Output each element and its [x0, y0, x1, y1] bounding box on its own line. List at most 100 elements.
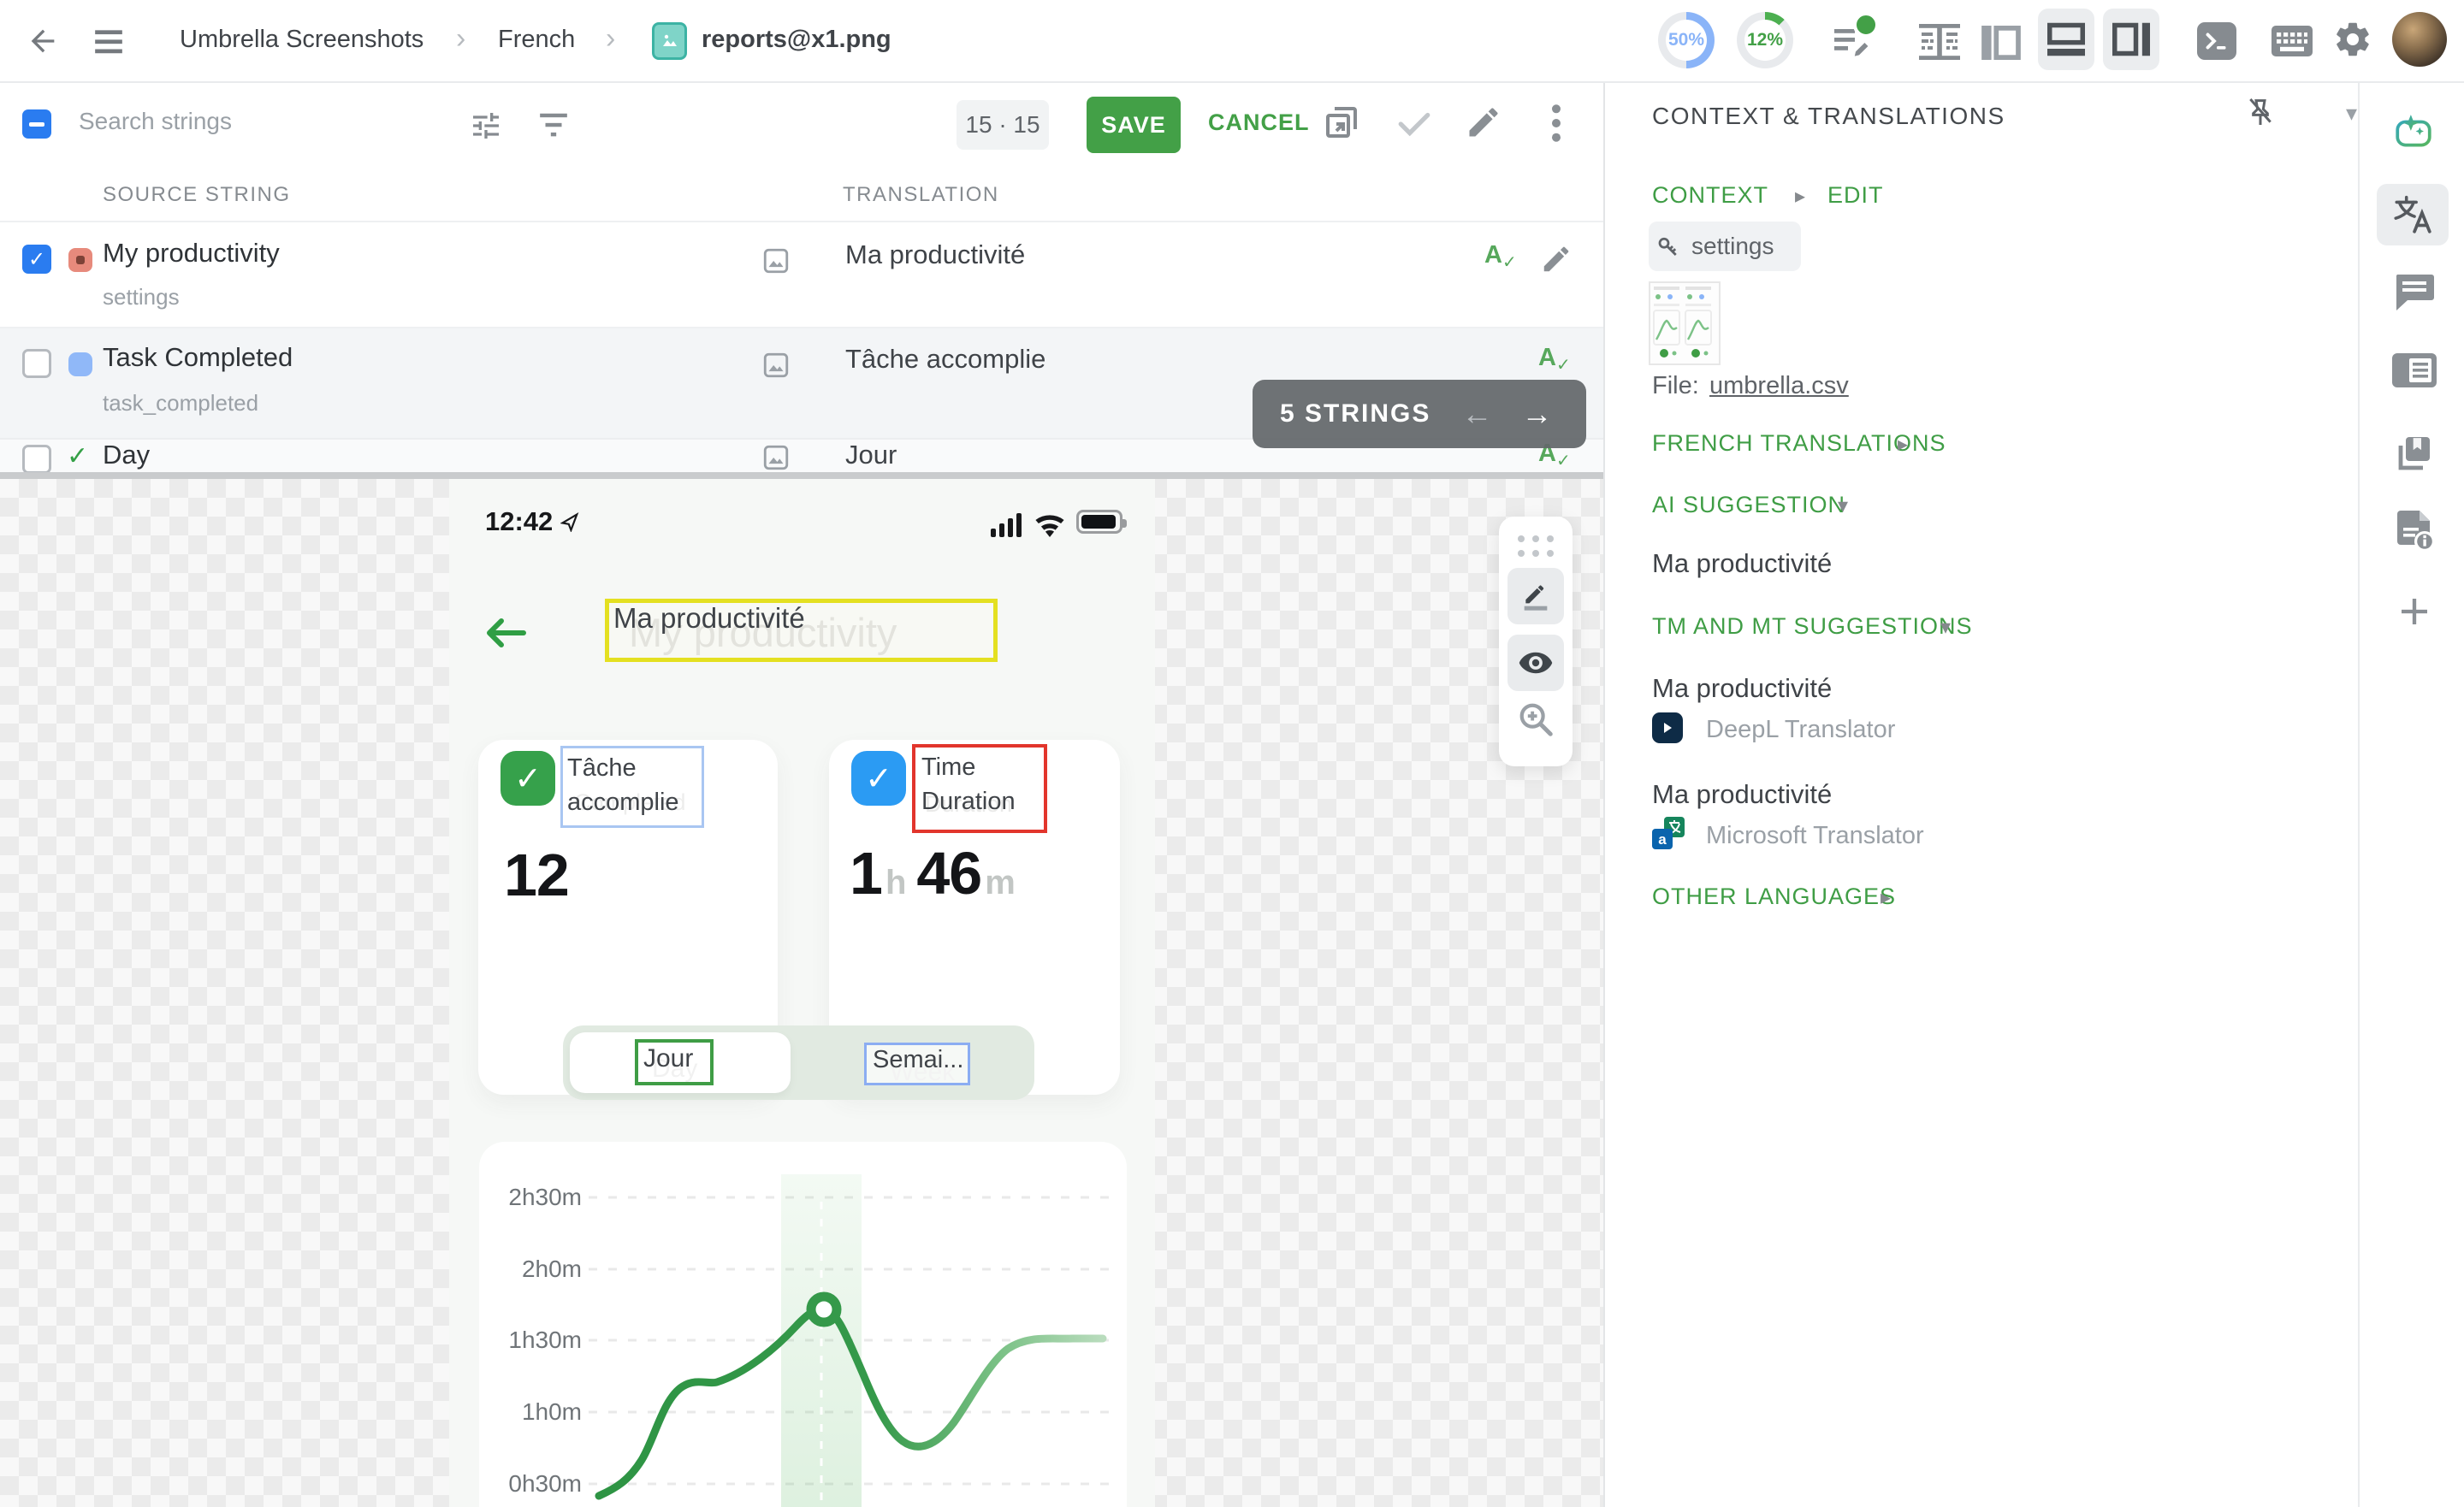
- row-checkbox[interactable]: [22, 445, 51, 474]
- row-checkbox[interactable]: [22, 349, 51, 378]
- prev-string-icon[interactable]: ←: [1461, 396, 1492, 432]
- file-link[interactable]: umbrella.csv: [1709, 372, 1849, 400]
- select-all-checkbox[interactable]: [22, 109, 51, 139]
- screenshot-link-icon[interactable]: [761, 443, 791, 472]
- collapse-chevron-icon[interactable]: ▾: [2346, 100, 2357, 127]
- panel-title: CONTEXT & TRANSLATIONS: [1652, 103, 2005, 130]
- ai-assistant-icon[interactable]: [2392, 111, 2435, 154]
- cancel-button[interactable]: CANCEL: [1203, 109, 1315, 137]
- screenshot-link-icon[interactable]: [761, 351, 791, 380]
- strings-pager: 5 STRINGS ← →: [1253, 380, 1586, 448]
- blue-check-icon: ✓: [851, 751, 906, 806]
- svg-text:a: a: [1658, 831, 1667, 848]
- other-languages-section[interactable]: OTHER LANGUAGES: [1652, 884, 1896, 910]
- strings-pager-label: 5 STRINGS: [1280, 399, 1430, 428]
- provider-label: Microsoft Translator: [1706, 822, 1924, 850]
- key-icon: [1656, 233, 1681, 259]
- translation-text[interactable]: Jour: [845, 440, 897, 470]
- breadcrumb-file[interactable]: reports@x1.png: [702, 26, 891, 54]
- location-arrow-icon: [560, 510, 583, 532]
- context-section-label[interactable]: CONTEXT: [1652, 182, 1768, 209]
- preview-eye-button[interactable]: [1507, 635, 1564, 691]
- breadcrumb-language[interactable]: French: [498, 26, 575, 54]
- app-root: Umbrella Screenshots › French › reports@…: [0, 0, 2464, 1507]
- draw-tool-button[interactable]: [1507, 568, 1564, 624]
- tm-mt-section[interactable]: TM AND MT SUGGESTIONS: [1652, 613, 1973, 640]
- green-check-icon: ✓: [500, 751, 555, 806]
- spellcheck-icon[interactable]: A✓: [1538, 346, 1571, 374]
- screenshot-file-icon: [652, 22, 687, 60]
- keyboard-icon[interactable]: [2272, 24, 2313, 58]
- filter-icon[interactable]: [537, 110, 570, 141]
- zoom-in-icon[interactable]: [1516, 700, 1555, 739]
- kebab-menu-icon[interactable]: [1550, 103, 1562, 143]
- spellcheck-icon[interactable]: A✓: [1484, 243, 1517, 271]
- card2-value: 1h 46m: [850, 839, 1016, 907]
- section-arrow-icon: ▸: [1898, 432, 1908, 457]
- edit-pencil-icon[interactable]: [1465, 103, 1502, 141]
- row-checkbox[interactable]: ✓: [22, 245, 51, 274]
- drag-handle-icon[interactable]: [1518, 535, 1554, 557]
- section-chevron-icon: ▾: [1838, 493, 1848, 518]
- source-string[interactable]: Day: [103, 440, 150, 470]
- search-input[interactable]: [77, 107, 388, 136]
- screenshots-icon[interactable]: [2394, 432, 2435, 473]
- menu-icon[interactable]: [92, 27, 125, 55]
- tasks-icon[interactable]: [1831, 22, 1872, 63]
- save-button[interactable]: SAVE: [1087, 97, 1181, 153]
- card1-translated-label: Tâche accomplie: [567, 751, 696, 819]
- card2-label: Time Duration: [921, 750, 1041, 819]
- translations-tab[interactable]: [2377, 184, 2449, 245]
- string-counter: 15 · 15: [957, 100, 1049, 150]
- terminal-icon[interactable]: [2197, 22, 2236, 60]
- string-key[interactable]: settings: [103, 284, 180, 310]
- toggle-right-translated: Semai...: [873, 1046, 963, 1074]
- row-edit-pencil-icon[interactable]: [1540, 243, 1573, 275]
- panel-bottom-toggle[interactable]: [2038, 9, 2094, 70]
- tm-suggestion-text[interactable]: Ma productivité: [1652, 779, 1832, 810]
- canvas-tools-panel: [1499, 517, 1573, 766]
- source-string[interactable]: Task Completed: [103, 342, 293, 373]
- comments-icon[interactable]: [2394, 273, 2435, 310]
- panel-left-icon[interactable]: [1981, 26, 2021, 60]
- pin-off-icon[interactable]: [2243, 95, 2277, 129]
- add-panel-icon[interactable]: [2397, 594, 2431, 629]
- screenshot-canvas: 12:42 My productivity Ma productivité ✓ …: [449, 479, 1155, 1507]
- file-info-icon[interactable]: [2396, 511, 2435, 552]
- column-header-source: SOURCE STRING: [103, 183, 291, 207]
- table-row[interactable]: ✓ My productivity settings Ma productivi…: [0, 222, 1603, 328]
- breadcrumb-chevron-icon: ›: [606, 22, 615, 56]
- period-toggle: Day Jour Week Semai...: [563, 1025, 1034, 1100]
- battery-icon: [1076, 510, 1122, 534]
- ai-suggestion-text[interactable]: Ma productivité: [1652, 548, 1832, 579]
- card-view-icon[interactable]: [2392, 353, 2437, 387]
- source-string[interactable]: My productivity: [103, 238, 280, 269]
- table-view-icon[interactable]: [1919, 24, 1960, 60]
- ai-suggestion-section[interactable]: AI SUGGESTION: [1652, 492, 1845, 518]
- approve-check-icon[interactable]: [1396, 109, 1432, 139]
- panel-right-toggle[interactable]: [2103, 9, 2159, 70]
- progress-donut-translated: 50%: [1658, 12, 1715, 68]
- gear-icon[interactable]: [2332, 19, 2373, 60]
- screenshot-link-icon[interactable]: [761, 246, 791, 275]
- section-chevron-icon: ▾: [1940, 615, 1951, 640]
- tm-suggestion-text[interactable]: Ma productivité: [1652, 673, 1832, 704]
- tune-filters-icon[interactable]: [469, 109, 503, 143]
- column-header-translation: TRANSLATION: [843, 183, 999, 207]
- panel-divider[interactable]: [0, 472, 1603, 479]
- back-icon[interactable]: [26, 24, 60, 58]
- key-chip[interactable]: settings: [1649, 222, 1801, 271]
- next-string-icon[interactable]: →: [1521, 396, 1552, 432]
- avatar[interactable]: [2392, 12, 2447, 67]
- translation-text[interactable]: Ma productivité: [845, 239, 1025, 270]
- context-panel: CONTEXT & TRANSLATIONS ▾ CONTEXT ▸ EDIT …: [1603, 81, 2360, 1507]
- signal-icon: [991, 513, 1025, 537]
- translation-text[interactable]: Tâche accomplie: [845, 344, 1045, 375]
- string-key[interactable]: task_completed: [103, 390, 258, 417]
- breadcrumb-project[interactable]: Umbrella Screenshots: [180, 26, 424, 54]
- duplicate-icon[interactable]: [1321, 102, 1362, 143]
- app-back-arrow-icon: [479, 612, 527, 653]
- deepl-icon: [1652, 712, 1683, 743]
- context-thumbnail[interactable]: [1649, 281, 1721, 365]
- context-edit-link[interactable]: EDIT: [1827, 182, 1884, 209]
